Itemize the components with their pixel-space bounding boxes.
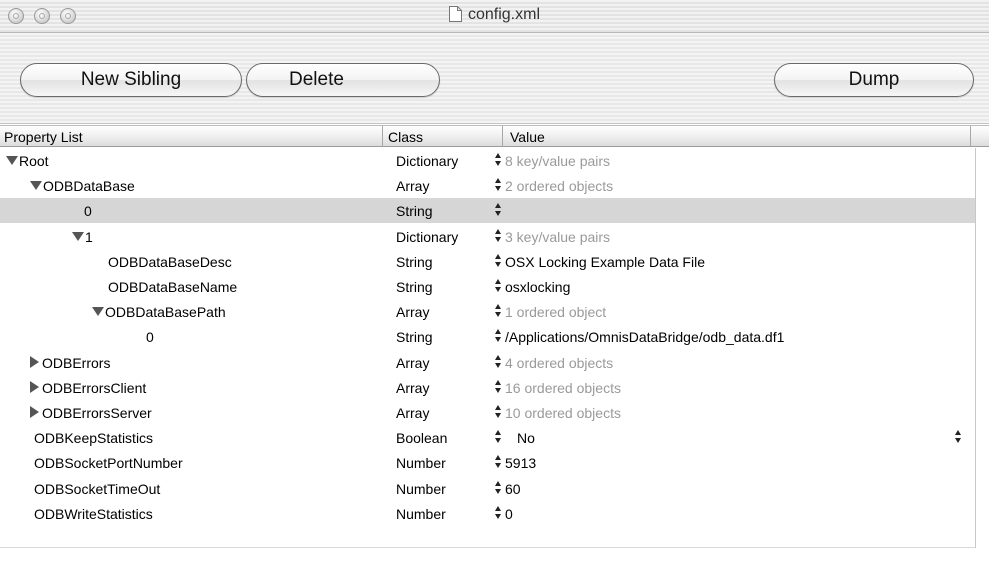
table-row[interactable]: ODBWriteStatistics Number 0 bbox=[0, 501, 975, 526]
delete-button[interactable]: Delete bbox=[246, 63, 440, 97]
table-row[interactable]: 0 String/Applications/OmnisDataBridge/odb… bbox=[0, 324, 975, 349]
row-value[interactable]: 1 ordered object bbox=[505, 304, 606, 320]
table-header: Property List Class Value bbox=[0, 125, 989, 147]
class-stepper-icon[interactable] bbox=[495, 505, 501, 521]
popup-arrows-icon[interactable] bbox=[955, 429, 961, 445]
row-value[interactable]: 10 ordered objects bbox=[505, 405, 621, 421]
class-stepper-icon[interactable] bbox=[495, 454, 501, 470]
row-class-popup[interactable]: Number bbox=[396, 455, 446, 471]
row-value[interactable]: 3 key/value pairs bbox=[505, 229, 610, 245]
table-row[interactable]: Root Dictionary 8 key/value pairs bbox=[0, 148, 975, 173]
row-class-popup[interactable]: Number bbox=[396, 506, 446, 522]
row-key[interactable]: ODBKeepStatistics bbox=[34, 430, 153, 446]
column-header-property-list[interactable]: Property List bbox=[4, 129, 83, 145]
row-key[interactable]: Root bbox=[19, 153, 49, 169]
disclosure-triangle-expanded-icon[interactable] bbox=[72, 231, 84, 241]
row-class-popup[interactable]: Array bbox=[396, 178, 429, 194]
row-class-popup[interactable]: String bbox=[396, 329, 433, 345]
row-value[interactable]: 5913 bbox=[505, 455, 536, 471]
row-class-popup[interactable]: Array bbox=[396, 304, 429, 320]
class-stepper-icon[interactable] bbox=[495, 480, 501, 496]
column-header-value[interactable]: Value bbox=[510, 129, 545, 145]
disclosure-triangle-expanded-icon[interactable] bbox=[6, 156, 18, 165]
table-row[interactable]: ODBKeepStatistics Boolean No bbox=[0, 425, 975, 450]
new-sibling-button[interactable]: New Sibling bbox=[20, 63, 242, 97]
table-bottom-border bbox=[0, 547, 975, 548]
table-row[interactable]: ODBErrors Array 4 ordered objects bbox=[0, 350, 975, 375]
class-stepper-icon[interactable] bbox=[495, 379, 501, 395]
column-divider[interactable] bbox=[970, 126, 971, 147]
table-row[interactable]: ODBSocketPortNumber Number 5913 bbox=[0, 450, 975, 475]
row-class-popup[interactable]: String bbox=[396, 279, 433, 295]
table-right-border bbox=[975, 148, 976, 548]
row-value[interactable]: 0 bbox=[505, 506, 513, 522]
document-icon bbox=[448, 6, 462, 22]
table-row[interactable]: ODBSocketTimeOut Number 60 bbox=[0, 476, 975, 501]
table-row[interactable]: ODBDataBaseName String osxlocking bbox=[0, 274, 975, 299]
row-key[interactable]: 0 bbox=[84, 203, 92, 219]
class-stepper-icon[interactable] bbox=[495, 303, 501, 319]
row-value[interactable]: 4 ordered objects bbox=[505, 355, 613, 371]
row-key[interactable]: ODBErrorsClient bbox=[42, 380, 146, 396]
class-stepper-icon[interactable] bbox=[495, 228, 501, 244]
row-value[interactable]: 8 key/value pairs bbox=[505, 153, 610, 169]
disclosure-triangle-collapsed-icon[interactable] bbox=[30, 406, 39, 418]
window-title-area: config.xml bbox=[0, 6, 989, 24]
row-value[interactable]: /Applications/OmnisDataBridge/odb_data.d… bbox=[505, 329, 784, 345]
row-key[interactable]: ODBDataBasePath bbox=[105, 304, 226, 320]
class-stepper-icon[interactable] bbox=[495, 152, 501, 168]
class-stepper-icon[interactable] bbox=[495, 328, 501, 344]
disclosure-triangle-expanded-icon[interactable] bbox=[92, 307, 104, 317]
row-key[interactable]: ODBDataBase bbox=[43, 178, 135, 194]
disclosure-triangle-collapsed-icon[interactable] bbox=[30, 355, 39, 368]
column-header-class[interactable]: Class bbox=[388, 129, 423, 145]
row-value[interactable]: 60 bbox=[505, 481, 521, 497]
table-row[interactable]: 1 Dictionary 3 key/value pairs bbox=[0, 224, 975, 249]
row-key[interactable]: ODBSocketTimeOut bbox=[34, 481, 160, 497]
table-row[interactable]: ODBDataBaseDesc String OSX Locking Example… bbox=[0, 249, 975, 274]
disclosure-triangle-collapsed-icon[interactable] bbox=[30, 380, 39, 393]
row-value[interactable]: osxlocking bbox=[505, 279, 570, 295]
class-stepper-icon[interactable] bbox=[495, 404, 501, 420]
row-key[interactable]: ODBErrorsServer bbox=[42, 405, 152, 421]
table-row[interactable]: 0 String bbox=[0, 198, 975, 224]
row-class-popup[interactable]: Dictionary bbox=[396, 153, 458, 169]
row-class-popup[interactable]: Dictionary bbox=[396, 229, 458, 245]
table-row[interactable]: ODBErrorsServer Array 10 ordered objects bbox=[0, 400, 975, 425]
class-stepper-icon[interactable] bbox=[495, 354, 501, 370]
boolean-value-popup[interactable]: No bbox=[517, 430, 535, 446]
row-class-popup[interactable]: Array bbox=[396, 405, 429, 421]
disclosure-triangle-expanded-icon[interactable] bbox=[30, 181, 42, 191]
row-class-popup[interactable]: String bbox=[396, 203, 433, 219]
class-stepper-icon[interactable] bbox=[495, 253, 501, 269]
class-stepper-icon[interactable] bbox=[495, 429, 501, 445]
row-class-popup[interactable]: Number bbox=[396, 481, 446, 497]
row-class-popup[interactable]: Array bbox=[396, 380, 429, 396]
row-key[interactable]: ODBErrors bbox=[42, 355, 110, 371]
row-value[interactable]: 16 ordered objects bbox=[505, 380, 621, 396]
class-stepper-icon[interactable] bbox=[495, 177, 501, 193]
row-key[interactable]: 1 bbox=[85, 229, 93, 245]
row-value[interactable]: OSX Locking Example Data File bbox=[505, 254, 705, 270]
class-stepper-icon[interactable] bbox=[495, 202, 501, 218]
toolbar: New Sibling Delete Dump bbox=[0, 33, 989, 124]
window-title: config.xml bbox=[467, 6, 541, 23]
column-divider[interactable] bbox=[502, 126, 503, 147]
row-class-popup[interactable]: Boolean bbox=[396, 430, 447, 446]
row-class-popup[interactable]: Array bbox=[396, 355, 429, 371]
title-bar[interactable]: config.xml bbox=[0, 0, 989, 33]
table-row[interactable]: ODBErrorsClient Array 16 ordered objects bbox=[0, 375, 975, 400]
row-key[interactable]: ODBDataBaseName bbox=[108, 279, 237, 295]
table-row[interactable]: ODBDataBase Array 2 ordered objects bbox=[0, 173, 975, 198]
row-key[interactable]: ODBSocketPortNumber bbox=[34, 455, 183, 471]
class-stepper-icon[interactable] bbox=[495, 278, 501, 294]
dump-button[interactable]: Dump bbox=[774, 63, 974, 97]
row-value[interactable]: 2 ordered objects bbox=[505, 178, 613, 194]
row-class-popup[interactable]: String bbox=[396, 254, 433, 270]
column-divider[interactable] bbox=[382, 126, 383, 147]
row-key[interactable]: ODBWriteStatistics bbox=[34, 506, 153, 522]
row-key[interactable]: 0 bbox=[146, 329, 154, 345]
table-row[interactable]: ODBDataBasePath Array 1 ordered object bbox=[0, 299, 975, 324]
row-key[interactable]: ODBDataBaseDesc bbox=[108, 254, 232, 270]
